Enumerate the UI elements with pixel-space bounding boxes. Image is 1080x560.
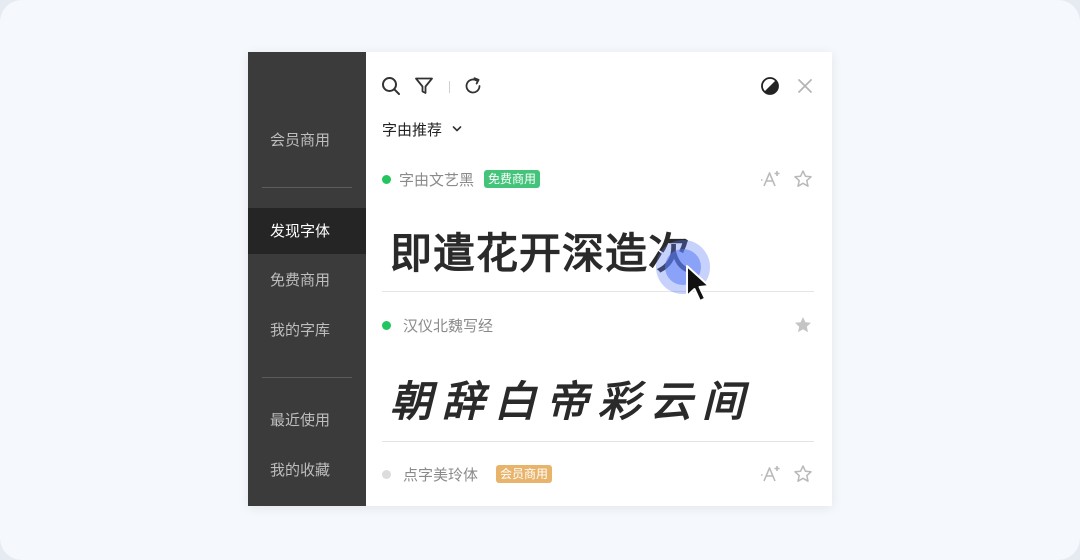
font-manager-window: 会员商用 发现字体 免费商用 我的字库 最近使用 我的收藏 字由推荐 字由文艺黑… [248, 52, 832, 506]
font-card-header: 字由文艺黑 免费商用 [382, 168, 541, 190]
star-outline-icon [794, 465, 812, 482]
chevron-down-icon [452, 125, 462, 133]
sidebar-item-recent[interactable]: 最近使用 [248, 397, 366, 443]
star-outline-icon [794, 170, 812, 187]
status-dot [382, 469, 391, 479]
favorite-button[interactable] [792, 463, 814, 485]
font-card: 汉仪北魏写经 朝辞白帝彩云间 [382, 314, 814, 442]
font-name: 汉仪北魏写经 [403, 316, 494, 335]
filter-button[interactable] [413, 75, 435, 97]
font-card-header: 汉仪北魏写经 [382, 314, 493, 336]
apply-font-button[interactable] [760, 463, 782, 485]
close-icon [798, 79, 812, 93]
sidebar-item-discover-fonts[interactable]: 发现字体 [248, 208, 366, 254]
search-icon [382, 77, 400, 95]
font-sample-text[interactable]: 即遣花开深造次 [390, 220, 691, 281]
sidebar: 会员商用 发现字体 免费商用 我的字库 最近使用 我的收藏 [248, 52, 366, 506]
refresh-button[interactable] [462, 75, 484, 97]
filter-icon [415, 77, 433, 94]
font-name: 点字美玲体 [403, 465, 479, 484]
font-sample-text[interactable]: 朝辞白帝彩云间 [390, 368, 754, 429]
sidebar-divider [262, 377, 352, 378]
license-badge: 会员商用 [496, 465, 553, 483]
favorite-button[interactable] [792, 168, 814, 190]
sidebar-item-my-library[interactable]: 我的字库 [248, 307, 366, 353]
card-divider [382, 441, 814, 442]
theme-toggle-icon [761, 77, 779, 95]
star-filled-icon [795, 317, 811, 333]
status-dot [382, 174, 391, 184]
font-card: 字由文艺黑 免费商用 即遣花开深造次 [382, 168, 814, 292]
favorite-button[interactable] [792, 314, 814, 336]
main-panel: 字由推荐 字由文艺黑 免费商用 即遣花开深造次 汉仪北魏写经 朝辞白帝彩云间 点… [366, 52, 832, 506]
sidebar-divider [262, 187, 352, 188]
dropdown-label: 字由推荐 [382, 120, 443, 139]
status-dot [382, 320, 391, 330]
license-badge: 免费商用 [484, 170, 541, 188]
font-card-actions [782, 314, 814, 336]
font-card-actions [750, 168, 814, 190]
sidebar-item-free-commercial[interactable]: 免费商用 [248, 257, 366, 303]
search-button[interactable] [380, 75, 402, 97]
theme-toggle-button[interactable] [759, 75, 781, 97]
apply-font-button[interactable] [760, 168, 782, 190]
font-card-header: 点字美玲体 会员商用 [382, 463, 553, 485]
font-name: 字由文艺黑 [399, 170, 475, 189]
font-card-actions [750, 463, 814, 485]
toolbar-separator [449, 81, 450, 93]
font-card: 点字美玲体 会员商用 [382, 463, 814, 503]
sidebar-item-member-commercial[interactable]: 会员商用 [248, 117, 366, 163]
text-add-icon [761, 171, 780, 187]
text-add-icon [761, 466, 780, 482]
recommendation-dropdown[interactable]: 字由推荐 [382, 118, 462, 140]
sidebar-item-favorites[interactable]: 我的收藏 [248, 447, 366, 493]
close-button[interactable] [794, 75, 816, 97]
refresh-icon [465, 77, 481, 94]
card-divider [382, 291, 814, 292]
